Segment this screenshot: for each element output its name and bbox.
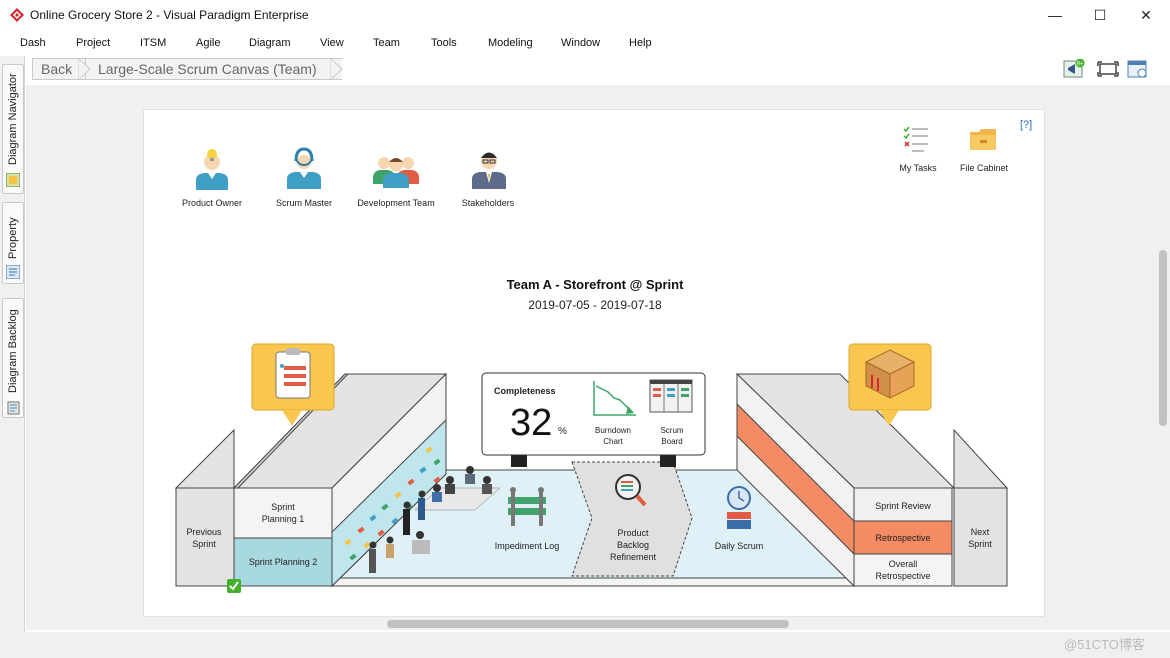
close-button[interactable]: ✕ <box>1126 4 1166 26</box>
stakeholders-icon[interactable] <box>470 145 508 189</box>
menu-dash[interactable]: Dash <box>20 37 46 49</box>
previous-sprint-block[interactable] <box>175 487 235 587</box>
my-tasks-icon[interactable] <box>902 124 932 154</box>
status-bar <box>0 632 1170 658</box>
menu-project[interactable]: Project <box>76 37 110 49</box>
notification-badge: 9+ <box>1077 62 1084 68</box>
menu-modeling[interactable]: Modeling <box>488 37 533 49</box>
menu-team[interactable]: Team <box>373 37 400 49</box>
menu-view[interactable]: View <box>320 37 344 49</box>
tab-diagram-backlog-label: Diagram Backlog <box>7 309 19 393</box>
diagram-backlog-icon <box>7 401 20 415</box>
diagram-settings-icon[interactable] <box>1127 59 1149 79</box>
file-cabinet-label: File Cabinet <box>959 163 1009 173</box>
scrum-master-icon[interactable] <box>283 143 325 189</box>
menu-tools[interactable]: Tools <box>431 37 457 49</box>
sprint-dates: 2019-07-05 - 2019-07-18 <box>528 298 662 312</box>
watermark: @51CTO博客 <box>1064 637 1145 652</box>
title-bar: Online Grocery Store 2 - Visual Paradigm… <box>0 0 1170 32</box>
tab-diagram-navigator-label: Diagram Navigator <box>7 73 19 165</box>
menu-window[interactable]: Window <box>561 37 600 49</box>
breadcrumb: Large-Scale Scrum Canvas (Team) <box>86 58 342 80</box>
visual-paradigm-logo-icon <box>10 8 24 22</box>
breadcrumb-arrow-icon <box>330 58 343 80</box>
left-rail: Diagram Navigator Property Diagram Backl… <box>0 56 25 658</box>
help-link[interactable]: [?] <box>1020 119 1032 131</box>
menu-diagram[interactable]: Diagram <box>249 37 291 49</box>
scrum-board-icon[interactable] <box>649 379 693 413</box>
tab-diagram-navigator[interactable]: Diagram Navigator <box>2 64 24 194</box>
menu-help[interactable]: Help <box>629 37 652 49</box>
sprint-title[interactable]: Team A - Storefront @ Sprint <box>430 277 760 292</box>
product-owner-icon[interactable] <box>192 146 232 190</box>
role-label-stakeholders: Stakeholders <box>461 198 515 208</box>
sprint-review-block[interactable] <box>853 487 953 522</box>
maximize-button[interactable]: ☐ <box>1080 4 1120 26</box>
breadcrumb-separator-icon <box>78 58 91 80</box>
minimize-button[interactable]: — <box>1035 4 1075 26</box>
sprint-planning-2-block[interactable] <box>233 537 333 587</box>
menu-agile[interactable]: Agile <box>196 37 220 49</box>
menu-bar: Dash Project ITSM Agile Diagram View Tea… <box>0 34 1170 54</box>
property-icon <box>6 265 20 279</box>
tab-diagram-backlog[interactable]: Diagram Backlog <box>2 298 24 418</box>
vertical-scrollbar-thumb[interactable] <box>1159 250 1167 426</box>
notification-icon[interactable]: 9+ <box>1063 59 1085 79</box>
sprint-planning-1-block[interactable] <box>233 487 333 539</box>
next-sprint-block[interactable] <box>953 487 1008 587</box>
menu-itsm[interactable]: ITSM <box>140 37 166 49</box>
my-tasks-label: My Tasks <box>899 163 937 173</box>
diagram-navigator-icon <box>6 173 20 187</box>
tab-property-label: Property <box>7 217 19 259</box>
fit-to-window-icon[interactable] <box>1097 59 1119 79</box>
horizontal-scrollbar-thumb[interactable] <box>387 620 789 628</box>
file-cabinet-icon[interactable] <box>968 126 998 152</box>
window-title: Online Grocery Store 2 - Visual Paradigm… <box>30 8 309 22</box>
tab-property[interactable]: Property <box>2 202 24 284</box>
retrospective-block[interactable] <box>853 520 953 555</box>
development-team-icon[interactable] <box>371 148 421 188</box>
overall-retrospective-block[interactable] <box>853 553 953 587</box>
